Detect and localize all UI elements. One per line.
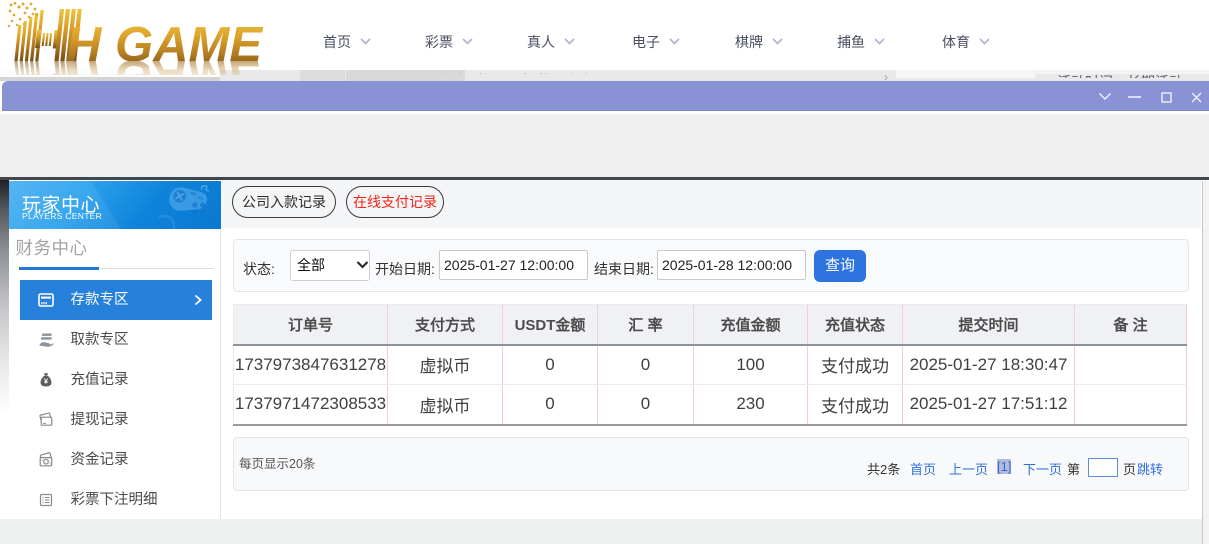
svg-text:H GAME: H GAME <box>66 18 263 61</box>
